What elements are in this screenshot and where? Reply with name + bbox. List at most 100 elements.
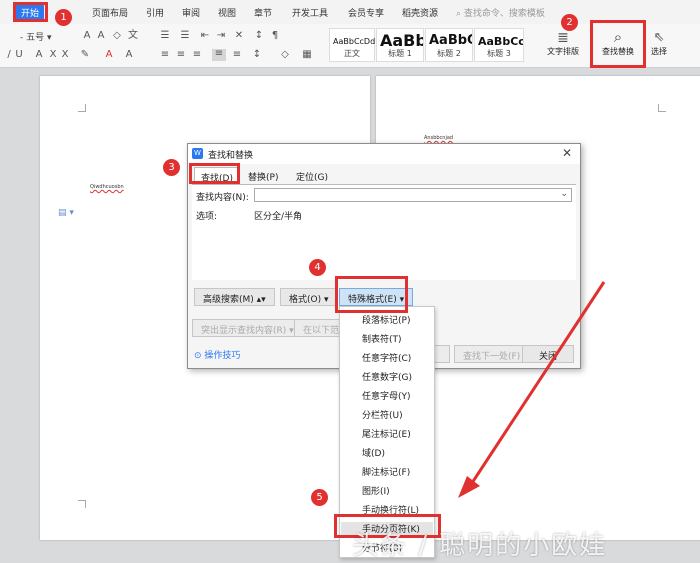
document-text: Ansbbcnjad (424, 135, 454, 141)
select-label: 选择 (651, 47, 667, 56)
tab-view[interactable]: 视图 (218, 6, 236, 19)
menu-item-any-letter[interactable]: 任意字母(Y) (362, 389, 411, 402)
watermark-text: 头条 / 聪明的小欧娃 (352, 531, 608, 561)
menu-item-footnote-mark[interactable]: 脚注标记(F) (362, 465, 410, 478)
text-layout-label: 文字排版 (547, 47, 579, 56)
style-label: 正文 (344, 49, 360, 58)
step-badge-1: 1 (55, 9, 72, 26)
style-sample: AaBbC (429, 33, 473, 48)
highlight-color-icon[interactable]: ✎ (80, 50, 90, 60)
shading-icon[interactable]: ◇ (280, 50, 290, 60)
line-spacing-icon[interactable]: ↕ (252, 50, 262, 60)
menu-item-tab[interactable]: 制表符(T) (362, 332, 402, 345)
shrink-font-icon[interactable]: A (96, 31, 106, 41)
style-normal[interactable]: AaBbCcDd 正文 (329, 28, 375, 62)
tab-devtools[interactable]: 开发工具 (292, 6, 328, 19)
menu-item-column-break[interactable]: 分栏符(U) (362, 408, 403, 421)
advanced-search-button[interactable]: 高级搜索(M) ▴▾ (194, 288, 275, 306)
step-badge-2: 2 (561, 14, 578, 31)
show-marks-icon[interactable]: ¶ (270, 31, 280, 41)
menu-item-any-char[interactable]: 任意字符(C) (362, 351, 411, 364)
paragraph-options-icon[interactable]: ▤ ▾ (58, 208, 74, 218)
style-label: 标题 3 (487, 49, 511, 58)
style-heading-1[interactable]: AaBb 标题 1 (376, 28, 424, 62)
wps-logo-icon: W (192, 148, 203, 159)
strikethrough-icon[interactable]: A (34, 50, 44, 60)
tab-resources[interactable]: 稻壳资源 (402, 6, 438, 19)
margin-corner (658, 104, 666, 112)
align-left-icon[interactable]: ≡ (160, 50, 170, 60)
find-input[interactable]: ⌄ (254, 188, 572, 202)
justify-icon[interactable]: ≡ (212, 49, 226, 61)
highlight-box-find-tab (189, 163, 240, 184)
align-right-icon[interactable]: ≡ (192, 50, 202, 60)
find-panel: 查找内容(N): ⌄ 选项: 区分全/半角 (192, 184, 576, 280)
grow-font-icon[interactable]: A (82, 31, 92, 41)
dialog-title: 查找和替换 (208, 151, 254, 161)
superscript-icon[interactable]: X (48, 50, 58, 60)
char-border-icon[interactable]: A (124, 50, 134, 60)
chevron-down-icon: ▾ (286, 326, 294, 336)
align-center-icon[interactable]: ≡ (176, 50, 186, 60)
chevron-down-icon: ▾ (44, 33, 52, 43)
style-heading-2[interactable]: AaBbC 标题 2 (425, 28, 473, 62)
distributed-icon[interactable]: ≡ (232, 50, 242, 60)
margin-corner (78, 104, 86, 112)
find-label: 查找内容(N): (196, 193, 249, 203)
find-next-button[interactable]: 查找下一处(F) (454, 345, 530, 363)
tips-link[interactable]: ⊙ 操作技巧 (194, 348, 240, 361)
chinese-layout-icon[interactable]: ✕ (234, 31, 244, 41)
font-size-select[interactable]: - 五号 ▾ (20, 30, 52, 43)
bullets-icon[interactable]: ☰ (160, 31, 170, 41)
dialog-title-bar: W 查找和替换 ✕ (188, 144, 580, 164)
sort-icon[interactable]: ↕ (254, 31, 264, 41)
close-icon[interactable]: ✕ (562, 146, 572, 160)
menu-item-paragraph-mark[interactable]: 段落标记(P) (362, 313, 410, 326)
borders-icon[interactable]: ▦ (302, 50, 312, 60)
numbering-icon[interactable]: ☰ (180, 31, 190, 41)
text-layout-icon: ≣ (557, 30, 569, 46)
menu-item-graphic[interactable]: 图形(I) (362, 484, 390, 497)
clear-format-icon[interactable]: ◇ (112, 31, 122, 41)
underline-icon[interactable]: U (14, 50, 24, 60)
style-sample: AaBbCcDd (333, 37, 376, 46)
style-heading-3[interactable]: AaBbCc 标题 3 (474, 28, 524, 62)
tab-chapter[interactable]: 章节 (254, 6, 272, 19)
style-label: 标题 1 (388, 49, 412, 58)
options-label: 选项: (196, 212, 218, 222)
menu-item-endnote-mark[interactable]: 尾注标记(E) (362, 427, 411, 440)
chevron-down-icon[interactable]: ⌄ (560, 189, 568, 199)
close-button[interactable]: 关闭 (522, 345, 574, 363)
indent-icon[interactable]: ⇥ (216, 31, 226, 41)
tab-replace[interactable]: 替换(P) (242, 167, 284, 184)
tab-page-layout[interactable]: 页面布局 (92, 6, 128, 19)
tab-review[interactable]: 审阅 (182, 6, 200, 19)
highlight-results-label: 突出显示查找内容(R) (201, 326, 287, 336)
italic-icon[interactable]: / (4, 50, 14, 60)
tips-label: 操作技巧 (204, 351, 241, 361)
text-layout-button[interactable]: ≣ 文字排版 (540, 30, 586, 62)
tab-reference[interactable]: 引用 (146, 6, 164, 19)
search-range-button[interactable]: 在以下范围 (294, 319, 342, 337)
highlight-results-button[interactable]: 突出显示查找内容(R) ▾ (192, 319, 303, 337)
font-color-icon[interactable]: A (104, 50, 114, 60)
format-button[interactable]: 格式(O) ▾ (280, 288, 338, 306)
pinyin-icon[interactable]: 文 (128, 31, 138, 41)
command-search[interactable]: ⌕ 查找命令、搜索模板 (456, 6, 545, 19)
subscript-icon[interactable]: X (60, 50, 70, 60)
tab-goto[interactable]: 定位(G) (290, 167, 334, 184)
select-button[interactable]: ⇖ 选择 (645, 30, 673, 62)
options-value: 区分全/半角 (254, 212, 303, 222)
outdent-icon[interactable]: ⇤ (200, 31, 210, 41)
cursor-icon: ⇖ (653, 30, 665, 45)
step-badge-3: 3 (163, 159, 180, 176)
font-size-value: 五号 (26, 33, 45, 43)
search-placeholder: 查找命令、搜索模板 (463, 9, 545, 19)
format-label: 格式(O) (289, 295, 322, 305)
chevron-up-down-icon: ▴▾ (253, 295, 266, 305)
menu-item-any-digit[interactable]: 任意数字(G) (362, 370, 412, 383)
tab-vip[interactable]: 会员专享 (348, 6, 384, 19)
step-badge-4: 4 (309, 259, 326, 276)
menu-item-field[interactable]: 域(D) (362, 446, 385, 459)
advanced-search-label: 高级搜索(M) (203, 295, 254, 305)
